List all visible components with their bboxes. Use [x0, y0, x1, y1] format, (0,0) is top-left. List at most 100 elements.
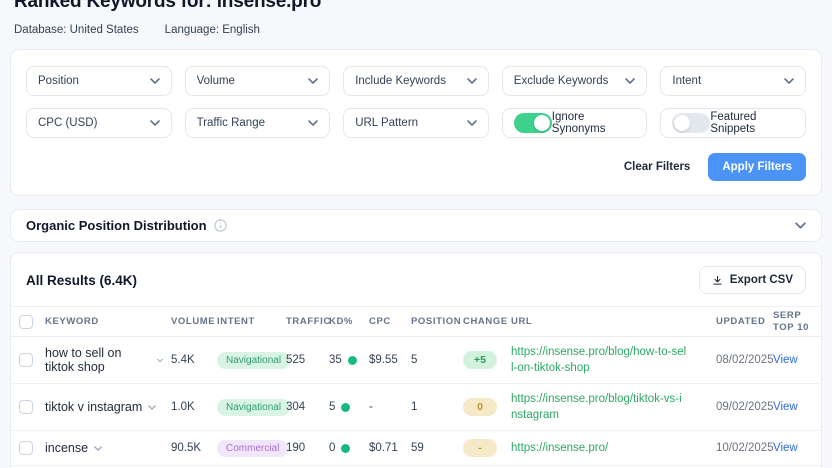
chevron-down-icon — [149, 78, 160, 84]
table-body: how to sell on tiktok shop 5.4K Navigati… — [11, 337, 821, 468]
serp-view-link[interactable]: View — [773, 442, 815, 454]
column-header-volume: Volume — [171, 315, 216, 327]
row-updated: 10/02/2025 — [716, 442, 774, 455]
row-volume: 90.5K — [171, 442, 202, 455]
kd-cell: 0 — [329, 442, 369, 454]
distribution-title: Organic Position Distribution — [26, 218, 207, 233]
column-header-cpc: CPC — [369, 315, 391, 327]
serp-view-link[interactable]: View — [773, 401, 815, 413]
change-badge: 0 — [463, 398, 497, 417]
row-checkbox[interactable] — [19, 441, 33, 456]
select-all-checkbox[interactable] — [19, 314, 33, 329]
change-cell: 0 — [463, 398, 511, 417]
table-row: how to sell on tiktok shop 5.4K Navigati… — [11, 337, 821, 385]
chevron-down-icon[interactable] — [795, 222, 806, 229]
export-csv-button[interactable]: Export CSV — [698, 266, 806, 294]
chevron-down-icon — [308, 120, 318, 126]
filter-actions: Clear Filters Apply Filters — [26, 153, 806, 181]
keyword-cell[interactable]: tiktok v instagram — [45, 400, 171, 414]
row-traffic: 525 — [286, 354, 306, 367]
keyword-cell[interactable]: incense — [45, 441, 171, 455]
row-position: 5 — [411, 354, 418, 367]
column-header-intent: Intent — [217, 315, 255, 327]
row-volume: 5.4K — [171, 354, 195, 367]
filter-row-1: Position Volume Include Keywords Exclude… — [26, 66, 806, 96]
row-checkbox[interactable] — [19, 353, 33, 368]
row-volume: 1.0K — [171, 401, 195, 414]
intent-badge: Navigational — [217, 398, 291, 416]
language-label: Language: English — [164, 24, 260, 36]
database-label: Database: United States — [14, 24, 139, 36]
export-csv-label: Export CSV — [729, 274, 793, 286]
meta-row: Database: United States Language: Englis… — [10, 13, 822, 36]
filter-row-2: CPC (USD) Traffic Range URL Pattern Igno… — [26, 108, 806, 138]
change-badge: - — [463, 439, 497, 458]
filters-panel: Position Volume Include Keywords Exclude… — [10, 49, 822, 196]
intent-cell: Commercial — [217, 439, 289, 457]
chevron-down-icon — [466, 120, 477, 126]
exclude-keywords-filter-dropdown[interactable]: Exclude Keywords — [501, 66, 648, 96]
results-header: All Results (6.4K) Export CSV — [11, 266, 821, 306]
dropdown-label: URL Pattern — [355, 117, 419, 129]
row-keyword: how to sell on tiktok shop — [45, 346, 122, 375]
kd-difficulty-dot-icon — [341, 402, 351, 412]
volume-filter-dropdown[interactable]: Volume — [184, 66, 331, 96]
chevron-down-icon — [148, 405, 157, 410]
dropdown-label: CPC (USD) — [38, 117, 98, 129]
results-panel: All Results (6.4K) Export CSV Keyword Vo… — [10, 252, 822, 468]
row-position: 1 — [411, 401, 418, 414]
featured-snippets-toggle[interactable] — [672, 113, 711, 133]
column-header-serp-top-10: SERP Top 10 — [773, 309, 809, 333]
column-header-position: Position — [411, 315, 462, 327]
clear-filters-button[interactable]: Clear Filters — [624, 161, 690, 173]
column-header-traffic: Traffic — [286, 315, 331, 327]
change-badge: +5 — [463, 351, 497, 370]
apply-filters-button[interactable]: Apply Filters — [708, 153, 806, 181]
row-cpc: $0.71 — [369, 442, 398, 455]
keyword-cell[interactable]: how to sell on tiktok shop — [45, 346, 171, 374]
featured-snippets-toggle-box: Featured Snippets — [660, 108, 806, 138]
column-header-updated: Updated — [716, 315, 766, 327]
chevron-down-icon — [625, 78, 636, 84]
download-icon — [712, 275, 723, 286]
include-keywords-filter-dropdown[interactable]: Include Keywords — [343, 66, 489, 96]
chevron-down-icon — [308, 78, 318, 84]
featured-snippets-label: Featured Snippets — [710, 111, 757, 135]
row-keyword: incense — [45, 441, 89, 456]
table-row: tiktok v instagram 1.0K Navigational 304… — [11, 384, 821, 432]
row-updated: 09/02/2025 — [716, 401, 774, 414]
row-url-link[interactable]: https://insense.pro/ — [511, 440, 716, 456]
kd-difficulty-dot-icon — [341, 443, 351, 453]
ignore-synonyms-toggle-box: Ignore Synonyms — [501, 108, 648, 138]
url-pattern-filter-dropdown[interactable]: URL Pattern — [343, 108, 489, 138]
row-url-link[interactable]: https://insense.pro/blog/tiktok-vs-insta… — [511, 391, 716, 423]
column-header-change: Change — [463, 315, 508, 327]
change-cell: +5 — [463, 351, 511, 370]
chevron-down-icon — [784, 78, 794, 84]
cpc-filter-dropdown[interactable]: CPC (USD) — [26, 108, 172, 138]
change-cell: - — [463, 439, 511, 458]
toggle-knob — [533, 115, 550, 131]
info-icon — [213, 219, 227, 232]
ignore-synonyms-toggle[interactable] — [513, 113, 552, 133]
page-title: Ranked Keywords for: insense.pro — [14, 0, 322, 12]
kd-cell: 5 — [329, 401, 369, 413]
toggle-knob — [674, 115, 691, 131]
row-checkbox[interactable] — [19, 400, 33, 415]
chevron-down-icon — [157, 358, 163, 362]
intent-filter-dropdown[interactable]: Intent — [660, 66, 806, 96]
kd-difficulty-dot-icon — [347, 355, 357, 365]
serp-view-link[interactable]: View — [773, 354, 815, 366]
traffic-range-filter-dropdown[interactable]: Traffic Range — [184, 108, 331, 138]
kd-cell: 35 — [329, 354, 369, 366]
row-keyword: tiktok v instagram — [45, 400, 143, 415]
row-traffic: 190 — [286, 442, 306, 455]
chevron-down-icon — [94, 446, 102, 451]
column-header-kd: KD% — [329, 315, 353, 327]
organic-position-distribution-panel[interactable]: Organic Position Distribution — [10, 209, 822, 242]
intent-cell: Navigational — [217, 398, 291, 416]
row-traffic: 304 — [286, 401, 306, 414]
position-filter-dropdown[interactable]: Position — [26, 66, 172, 96]
row-url-link[interactable]: https://insense.pro/blog/how-to-sell-on-… — [511, 344, 716, 376]
results-title: All Results (6.4K) — [26, 272, 138, 288]
